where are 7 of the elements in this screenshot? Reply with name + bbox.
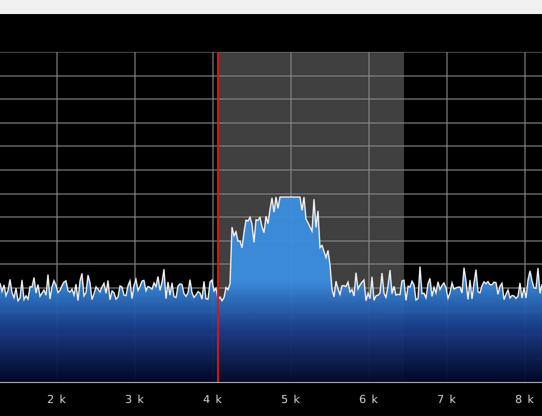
axis-label: 7 k [437, 393, 457, 406]
axis-label: 4 k [203, 393, 223, 406]
axis-label: 2 k [47, 393, 67, 406]
axis-label: 3 k [125, 393, 145, 406]
axis-label: 6 k [359, 393, 379, 406]
axis-label: 5 k [281, 393, 301, 406]
axis-label: 8 k [515, 393, 535, 406]
